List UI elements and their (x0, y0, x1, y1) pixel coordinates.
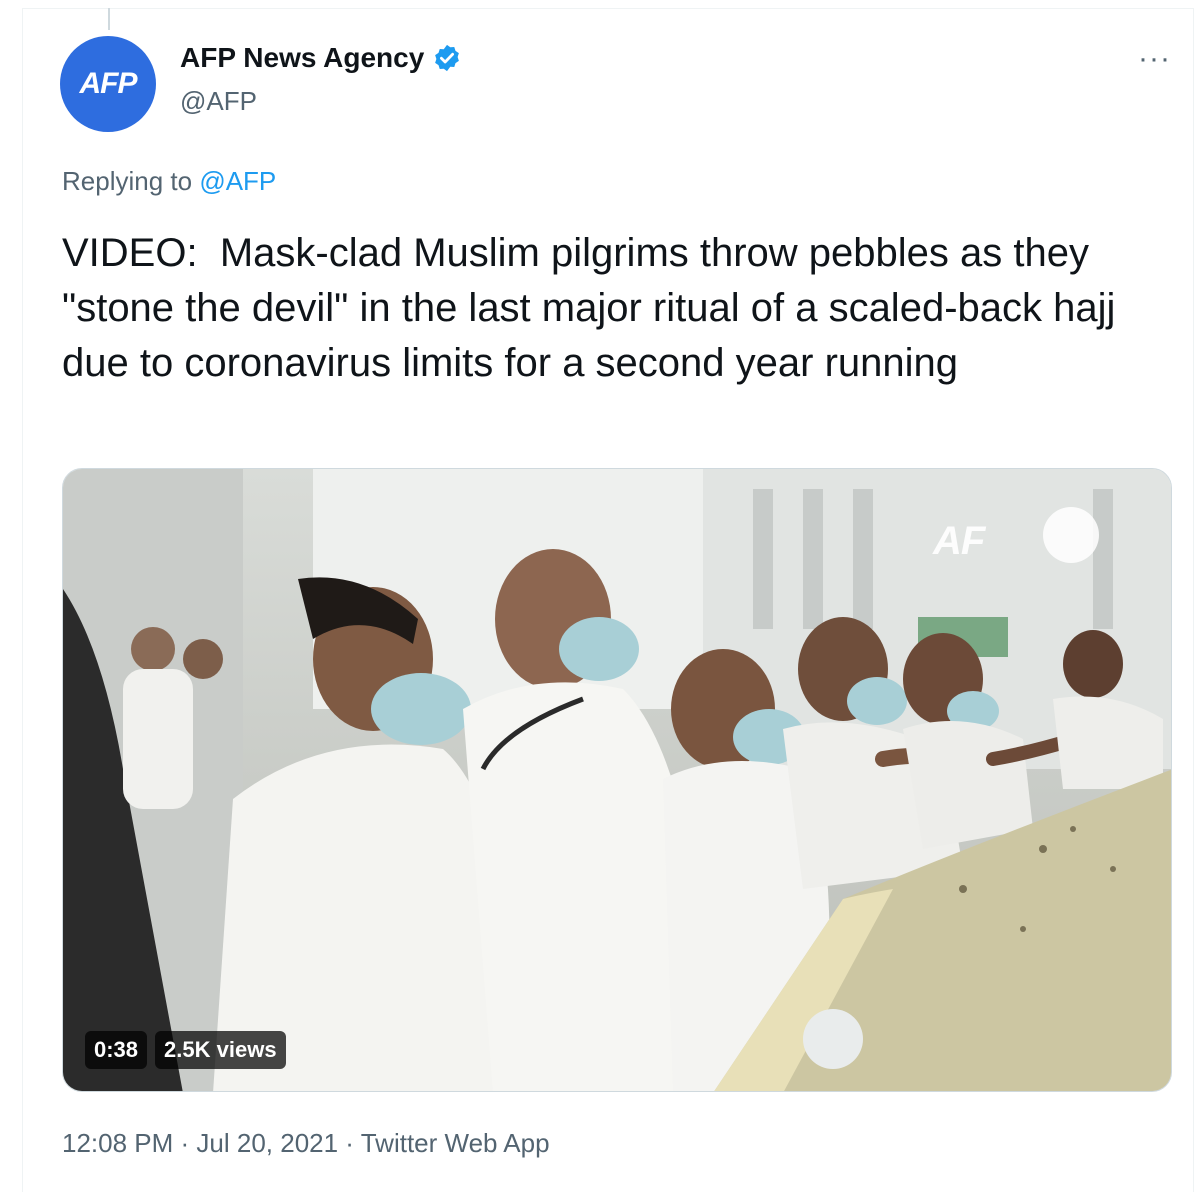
avatar-logo-text: AFP (79, 67, 138, 100)
verified-badge-icon (432, 43, 462, 73)
tweet-metadata: 12:08 PM · Jul 20, 2021 · Twitter Web Ap… (62, 1128, 550, 1159)
tweet-text: VIDEO: Mask-clad Muslim pilgrims throw p… (62, 231, 1127, 385)
video-badges: 0:38 2.5K views (85, 1031, 286, 1069)
tweet-source[interactable]: Twitter Web App (361, 1128, 550, 1158)
meta-separator: · (173, 1128, 197, 1158)
replying-to-line: Replying to @AFP (62, 166, 276, 197)
tweet-date[interactable]: Jul 20, 2021 (196, 1128, 338, 1158)
replying-to-mention[interactable]: @AFP (199, 166, 276, 196)
author-name-row[interactable]: AFP News Agency (180, 42, 462, 74)
more-options-icon[interactable]: ··· (1138, 44, 1171, 74)
meta-separator: · (338, 1128, 361, 1158)
avatar[interactable]: AFP (60, 36, 156, 132)
video-duration-badge: 0:38 (85, 1031, 148, 1069)
tweet-time[interactable]: 12:08 PM (62, 1128, 173, 1158)
afp-watermark: AF (933, 519, 985, 563)
display-name[interactable]: AFP News Agency (180, 42, 424, 74)
thread-connector-line (108, 8, 110, 30)
video-player[interactable]: AF 0:38 2.5K views (62, 468, 1172, 1092)
video-views-badge: 2.5K views (155, 1031, 286, 1069)
replying-to-prefix: Replying to (62, 166, 200, 196)
author-handle[interactable]: @AFP (180, 86, 257, 117)
video-frame-image (63, 469, 1171, 1091)
